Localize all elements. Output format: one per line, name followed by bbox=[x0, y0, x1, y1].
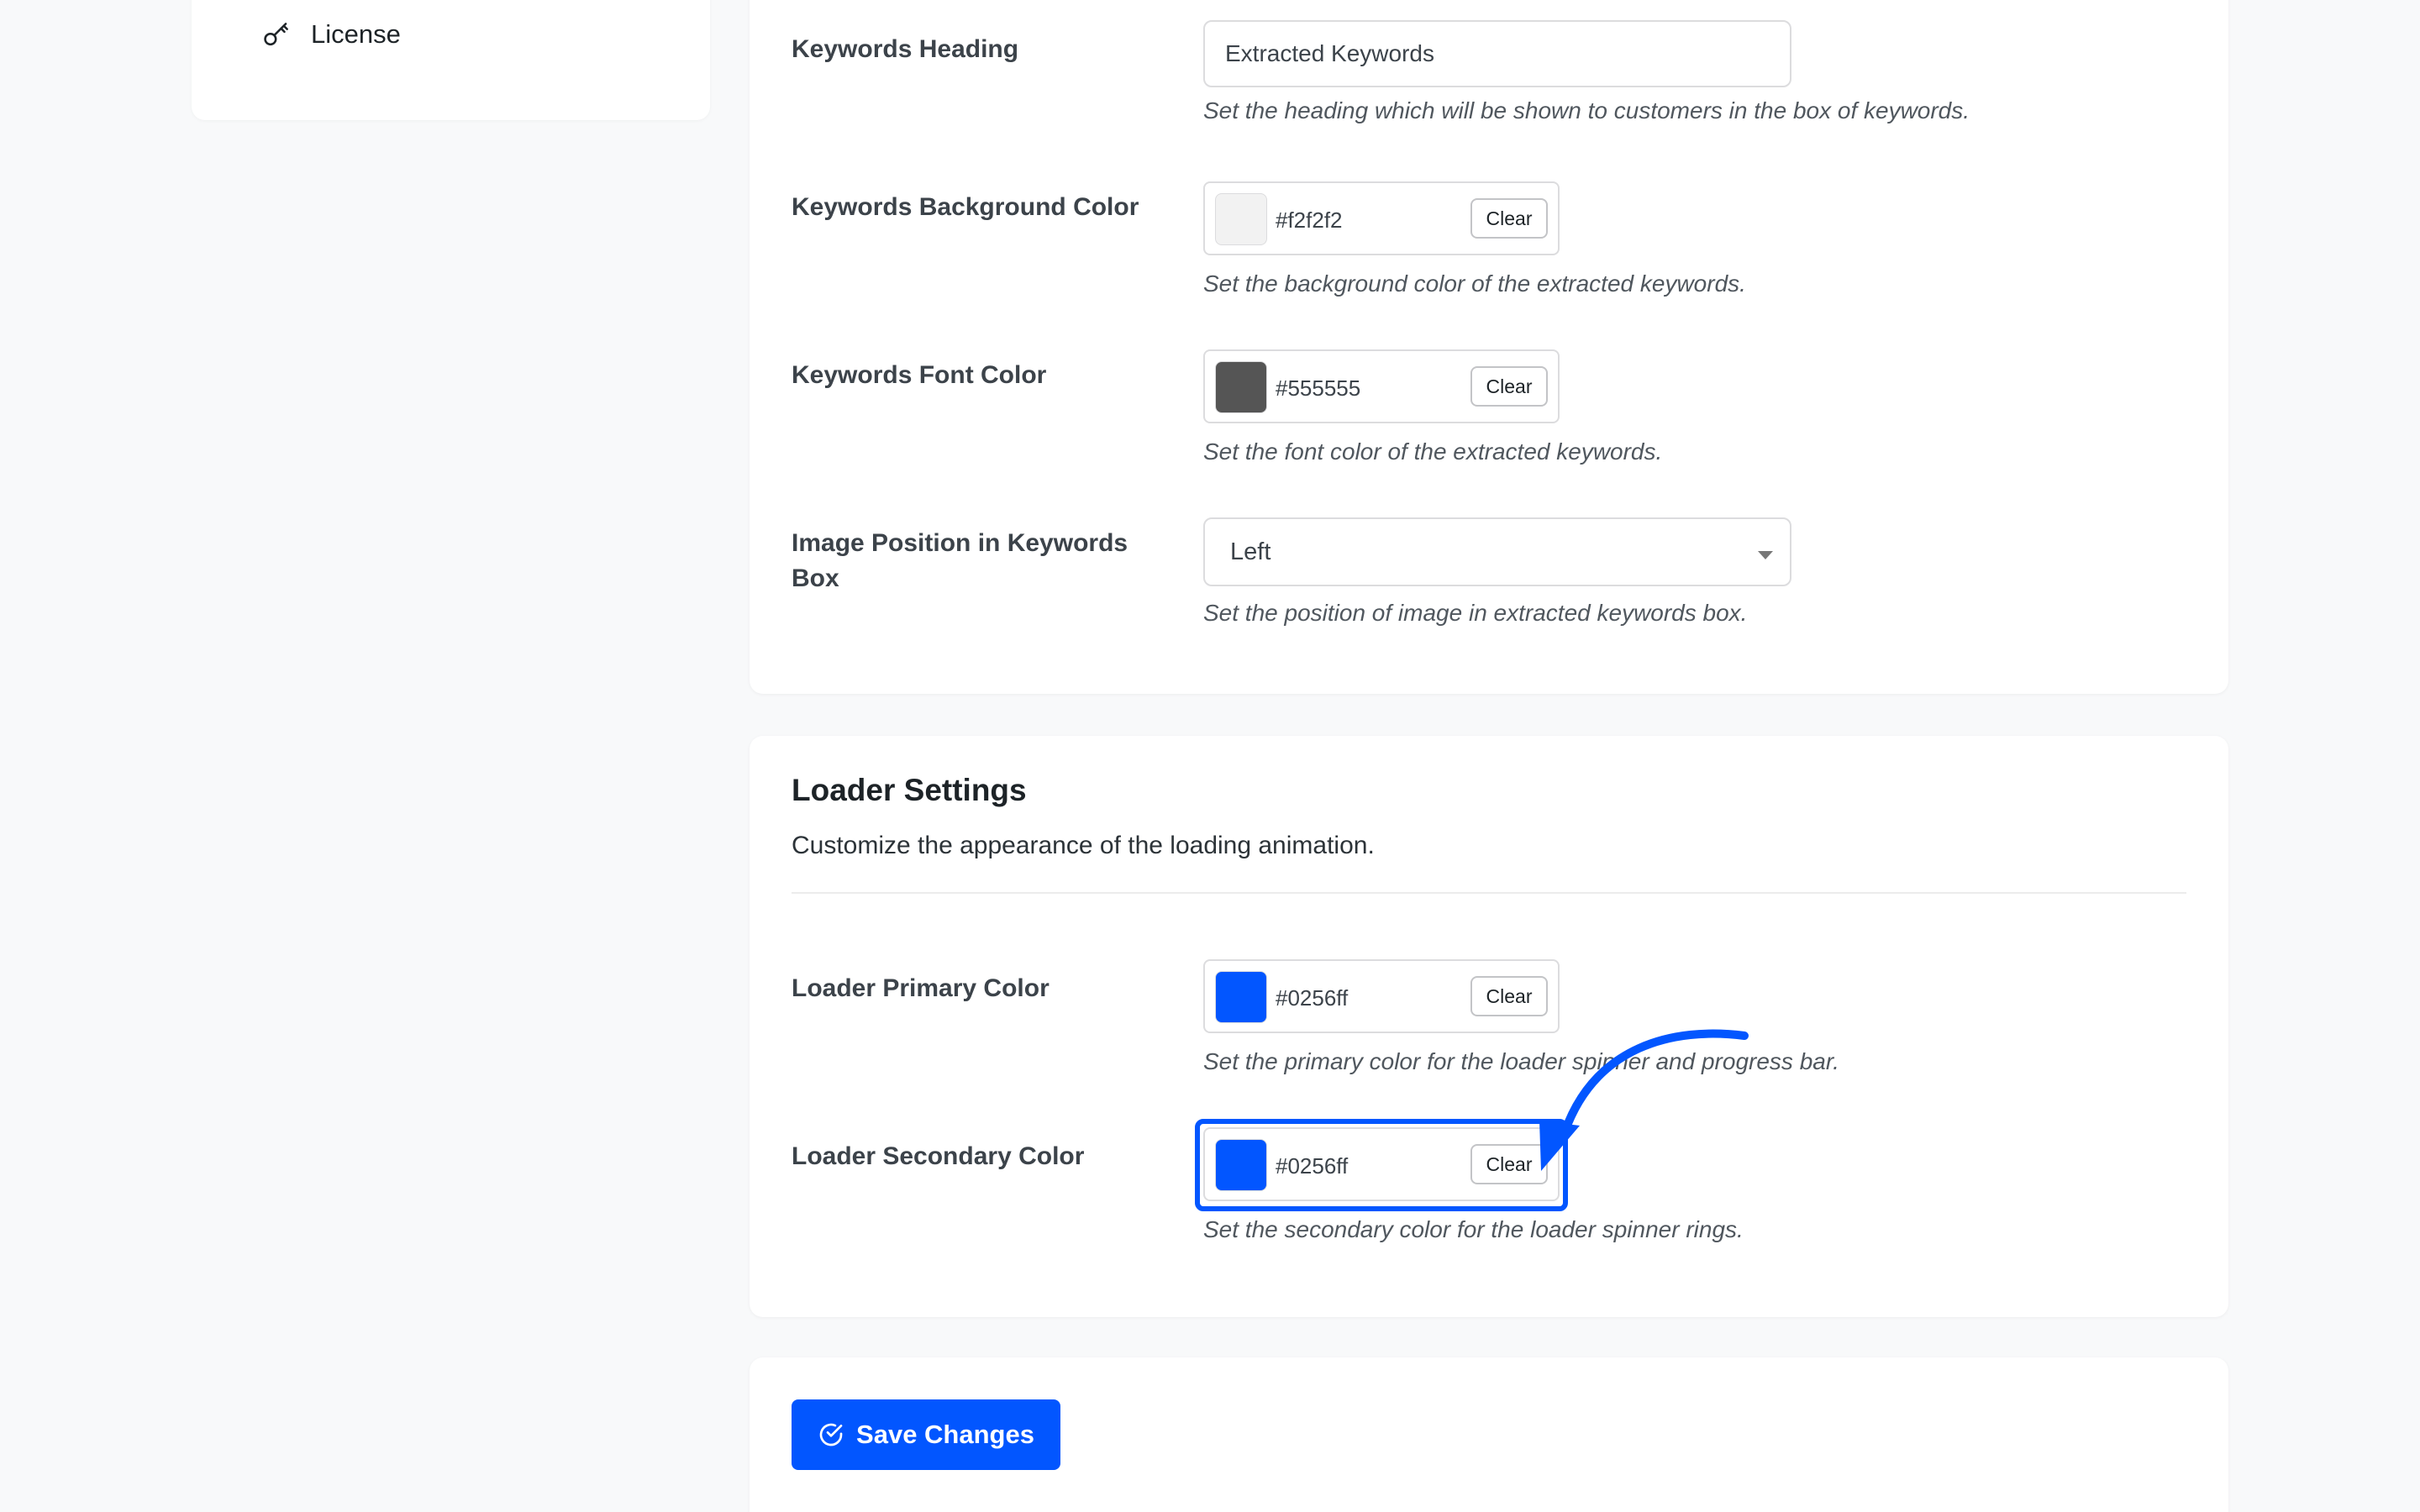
color-swatch[interactable] bbox=[1215, 971, 1267, 1023]
hex-input[interactable] bbox=[1276, 983, 1460, 1013]
key-icon bbox=[260, 18, 292, 50]
keywords-font-color-label: Keywords Font Color bbox=[792, 361, 1047, 389]
save-changes-label: Save Changes bbox=[856, 1420, 1034, 1449]
hex-input[interactable] bbox=[1276, 205, 1460, 235]
color-swatch[interactable] bbox=[1215, 1139, 1267, 1191]
image-position-selected-value: Left bbox=[1230, 538, 1271, 565]
color-swatch[interactable] bbox=[1215, 193, 1267, 245]
loader-primary-color-label: Loader Primary Color bbox=[792, 974, 1050, 1002]
caret-down-icon bbox=[1758, 551, 1773, 559]
clear-button[interactable]: Clear bbox=[1470, 366, 1548, 407]
loader-secondary-color-picker: Clear bbox=[1203, 1127, 1560, 1201]
section-description: Customize the appearance of the loading … bbox=[792, 832, 1375, 859]
sidebar-item-license[interactable]: License bbox=[260, 18, 401, 50]
section-divider bbox=[792, 892, 2186, 894]
loader-settings-card: Loader Settings Customize the appearance… bbox=[750, 736, 2228, 1317]
keywords-background-color-label: Keywords Background Color bbox=[792, 193, 1139, 221]
loader-secondary-color-description: Set the secondary color for the loader s… bbox=[1203, 1216, 1744, 1242]
sidebar-item-label: License bbox=[311, 19, 401, 49]
keywords-settings-card: Keywords Heading Set the heading which w… bbox=[750, 0, 2228, 694]
loader-secondary-color-label: Loader Secondary Color bbox=[792, 1142, 1085, 1170]
keywords-heading-label: Keywords Heading bbox=[792, 35, 1019, 63]
loader-primary-color-description: Set the primary color for the loader spi… bbox=[1203, 1048, 1839, 1074]
save-card: Save Changes bbox=[750, 1357, 2228, 1512]
loader-primary-color-picker: Clear bbox=[1203, 959, 1560, 1033]
hex-input[interactable] bbox=[1276, 1151, 1460, 1181]
keywords-background-color-picker: Clear bbox=[1203, 181, 1560, 255]
keywords-font-color-description: Set the font color of the extracted keyw… bbox=[1203, 438, 1663, 465]
keywords-background-color-description: Set the background color of the extracte… bbox=[1203, 270, 1746, 297]
keywords-heading-description: Set the heading which will be shown to c… bbox=[1203, 97, 1970, 123]
sidebar: License bbox=[192, 0, 710, 120]
image-position-label: Image Position in Keywords Box bbox=[792, 529, 1128, 592]
clear-button[interactable]: Clear bbox=[1470, 976, 1548, 1016]
save-changes-button[interactable]: Save Changes bbox=[792, 1399, 1060, 1470]
image-position-description: Set the position of image in extracted k… bbox=[1203, 600, 1748, 626]
section-title: Loader Settings bbox=[792, 773, 1027, 807]
clear-button[interactable]: Clear bbox=[1470, 1144, 1548, 1184]
keywords-heading-input[interactable] bbox=[1203, 20, 1791, 87]
keywords-font-color-picker: Clear bbox=[1203, 349, 1560, 423]
settings-page: License Keywords Heading Set the heading… bbox=[0, 0, 2420, 1512]
hex-input[interactable] bbox=[1276, 373, 1460, 403]
clear-button[interactable]: Clear bbox=[1470, 198, 1548, 239]
check-circle-icon bbox=[818, 1421, 844, 1448]
color-swatch[interactable] bbox=[1215, 361, 1267, 413]
image-position-select[interactable]: Left bbox=[1203, 517, 1791, 586]
